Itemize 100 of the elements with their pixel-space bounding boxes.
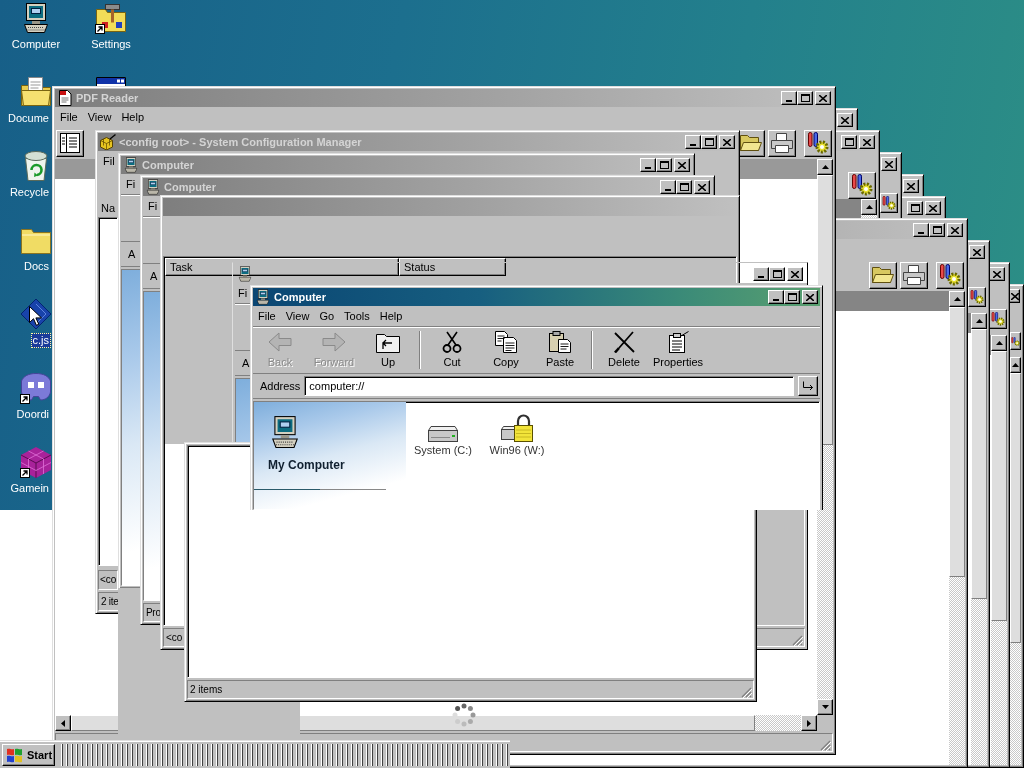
window-icon[interactable] — [95, 76, 127, 86]
close-icon — [819, 94, 827, 102]
maximize-button[interactable] — [769, 267, 785, 281]
scroll-down-button[interactable] — [817, 699, 833, 715]
properties-button[interactable]: Properties — [651, 327, 705, 373]
menu-item[interactable]: Fi — [143, 198, 163, 214]
print-button[interactable] — [768, 129, 796, 157]
settings-button[interactable] — [936, 261, 964, 289]
scroll-thumb[interactable] — [991, 351, 1007, 621]
maximize-button[interactable] — [784, 290, 800, 304]
icon-label[interactable]: Doordi — [14, 407, 51, 422]
folder-up-icon — [376, 331, 400, 353]
settings-button[interactable] — [880, 193, 898, 213]
menu-item[interactable]: Tools — [339, 308, 375, 324]
path-field[interactable]: <co — [98, 570, 118, 590]
right-arrow-icon — [322, 331, 346, 353]
icon-label[interactable]: c.js — [30, 333, 51, 348]
scroll-up-button[interactable] — [971, 313, 987, 329]
resize-grip-icon[interactable] — [820, 740, 831, 751]
menu-item[interactable]: Fil — [98, 153, 120, 169]
vertical-scrollbar[interactable] — [949, 291, 965, 765]
menu-item[interactable]: Help — [116, 109, 149, 125]
menu-item[interactable]: View — [280, 308, 315, 324]
scroll-up-button[interactable] — [991, 335, 1007, 351]
sidebar-button[interactable] — [56, 129, 84, 157]
window-title: <config root> - System Configuration Manager — [119, 135, 362, 149]
column-header[interactable]: Status — [399, 258, 506, 276]
go-button[interactable] — [798, 376, 818, 396]
open-button[interactable] — [869, 261, 897, 289]
icon-label[interactable]: Settings — [89, 37, 133, 52]
scroll-thumb[interactable] — [971, 329, 987, 599]
scroll-thumb[interactable] — [1010, 373, 1021, 643]
resize-grip-icon[interactable] — [741, 687, 752, 698]
icon-label[interactable]: Gamein — [8, 481, 51, 496]
scroll-right-button[interactable] — [801, 715, 817, 731]
icon-label[interactable]: Computer — [9, 37, 63, 52]
icon-label[interactable]: Docs — [21, 259, 51, 274]
vertical-scrollbar[interactable] — [1010, 357, 1021, 765]
minimize-button[interactable] — [768, 290, 784, 304]
status-text: 2 ite — [101, 596, 119, 607]
address-label: A — [242, 357, 250, 369]
menu-item[interactable]: View — [82, 109, 117, 125]
cut-button[interactable]: Cut — [425, 327, 479, 373]
settings-button[interactable] — [968, 287, 986, 307]
paste-button[interactable]: Paste — [533, 327, 587, 373]
document-folder-icon[interactable] — [20, 76, 52, 108]
list-box[interactable] — [98, 217, 118, 566]
settings-button[interactable] — [848, 171, 876, 199]
tubes-gear-icon — [851, 174, 873, 196]
tools-folder-icon[interactable] — [95, 2, 127, 34]
icon-label[interactable]: Recycle — [7, 185, 51, 200]
minimize-icon — [690, 144, 696, 146]
blob-face-icon[interactable] — [20, 372, 52, 404]
vertical-scrollbar[interactable] — [971, 313, 987, 765]
scroll-left-button[interactable] — [55, 715, 71, 731]
close-button[interactable] — [787, 267, 803, 281]
menu-item[interactable]: Help — [374, 308, 408, 324]
maximize-icon — [800, 94, 810, 102]
maximize-icon — [659, 161, 669, 169]
drive-icon[interactable] — [428, 426, 458, 442]
vertical-scrollbar[interactable] — [991, 335, 1007, 765]
start-logo-icon — [6, 746, 24, 763]
scroll-up-button[interactable] — [1010, 357, 1021, 373]
scroll-up-button[interactable] — [949, 291, 965, 307]
locked-drive-icon[interactable] — [501, 414, 533, 442]
close-icon — [678, 161, 686, 169]
menu-item[interactable]: Fi — [235, 285, 251, 301]
menu-item[interactable]: Go — [314, 308, 340, 324]
menu-item[interactable]: Fi — [121, 176, 141, 192]
tubes-gear-icon — [991, 312, 1005, 326]
print-button[interactable] — [900, 261, 928, 289]
loading-spinner-icon — [452, 703, 476, 727]
pane-title: My Computer — [268, 458, 345, 472]
status-text: <co — [166, 632, 183, 643]
minimize-button[interactable] — [753, 267, 769, 281]
delete-button[interactable]: Delete — [597, 327, 651, 373]
file-label[interactable]: Win96 (W:) — [488, 444, 546, 456]
menu-item[interactable]: File — [253, 308, 281, 324]
address-field[interactable]: computer:// — [304, 376, 794, 396]
printer-icon — [903, 265, 925, 285]
minimize-icon — [645, 167, 651, 169]
icon-label[interactable]: Docume — [6, 111, 51, 126]
scroll-thumb[interactable] — [949, 307, 965, 577]
minimize-icon — [918, 232, 924, 234]
settings-button[interactable] — [804, 129, 832, 157]
window-title: Computer — [142, 158, 194, 172]
scroll-up-button[interactable] — [817, 159, 833, 175]
start-button[interactable]: Start — [2, 743, 55, 766]
resize-grip-icon[interactable] — [792, 635, 803, 646]
column-header[interactable]: Task — [165, 258, 399, 276]
copy-button[interactable]: Copy — [479, 327, 533, 373]
left-arrow-icon — [268, 331, 292, 353]
up-arrow-icon — [953, 297, 961, 301]
close-button[interactable] — [802, 290, 818, 304]
up-arrow-icon — [865, 205, 873, 209]
tubes-gear-icon — [807, 132, 829, 154]
menu-item[interactable]: File — [55, 109, 83, 125]
up-button[interactable]: Up — [361, 327, 415, 373]
settings-button[interactable] — [1010, 332, 1021, 350]
file-label[interactable]: System (C:) — [412, 444, 474, 456]
